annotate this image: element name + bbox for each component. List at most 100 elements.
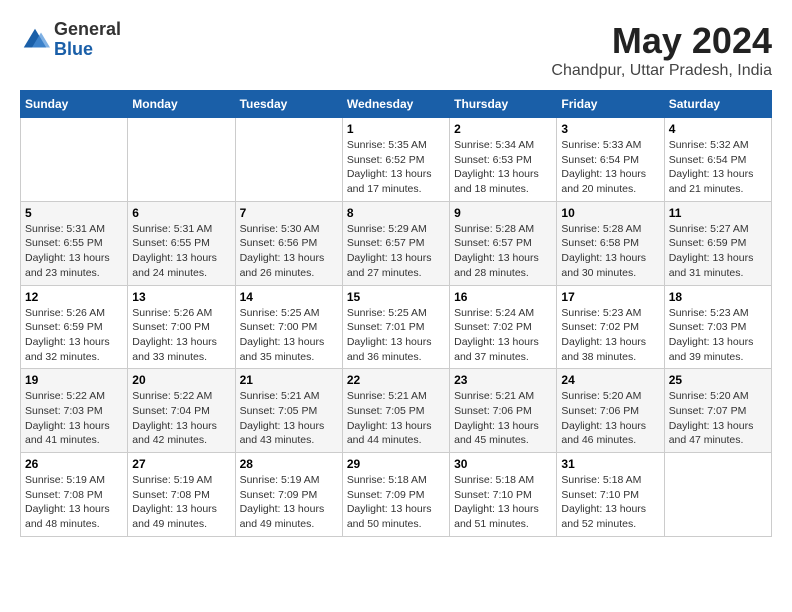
day-info: Sunrise: 5:25 AMSunset: 7:00 PMDaylight:… xyxy=(240,306,338,365)
day-info: Sunrise: 5:31 AMSunset: 6:55 PMDaylight:… xyxy=(132,222,230,281)
day-number: 19 xyxy=(25,373,123,387)
calendar-cell: 17 Sunrise: 5:23 AMSunset: 7:02 PMDayligh… xyxy=(557,285,664,369)
logo-icon xyxy=(20,25,50,55)
calendar-cell: 15 Sunrise: 5:25 AMSunset: 7:01 PMDayligh… xyxy=(342,285,449,369)
calendar-cell: 26Sunrise: 5:19 AMSunset: 7:08 PMDayligh… xyxy=(21,453,128,537)
day-info: Sunrise: 5:23 AMSunset: 7:03 PMDaylight:… xyxy=(669,306,767,365)
day-number: 6 xyxy=(132,206,230,220)
calendar-cell: 10 Sunrise: 5:28 AMSunset: 6:58 PMDayligh… xyxy=(557,201,664,285)
day-info: Sunrise: 5:19 AMSunset: 7:08 PMDaylight:… xyxy=(132,473,230,532)
calendar-cell: 16Sunrise: 5:24 AMSunset: 7:02 PMDayligh… xyxy=(450,285,557,369)
day-info: Sunrise: 5:18 AMSunset: 7:09 PMDaylight:… xyxy=(347,473,445,532)
day-info: Sunrise: 5:21 AMSunset: 7:06 PMDaylight:… xyxy=(454,389,552,448)
calendar-cell: 28 Sunrise: 5:19 AMSunset: 7:09 PMDayligh… xyxy=(235,453,342,537)
day-number: 1 xyxy=(347,122,445,136)
calendar-cell xyxy=(128,118,235,202)
day-info: Sunrise: 5:24 AMSunset: 7:02 PMDaylight:… xyxy=(454,306,552,365)
calendar-cell: 7 Sunrise: 5:30 AMSunset: 6:56 PMDaylight… xyxy=(235,201,342,285)
day-number: 28 xyxy=(240,457,338,471)
day-number: 11 xyxy=(669,206,767,220)
calendar-cell: 18Sunrise: 5:23 AMSunset: 7:03 PMDayligh… xyxy=(664,285,771,369)
day-number: 27 xyxy=(132,457,230,471)
day-info: Sunrise: 5:30 AMSunset: 6:56 PMDaylight:… xyxy=(240,222,338,281)
day-number: 8 xyxy=(347,206,445,220)
day-number: 12 xyxy=(25,290,123,304)
day-number: 14 xyxy=(240,290,338,304)
calendar-cell: 25 Sunrise: 5:20 AMSunset: 7:07 PMDayligh… xyxy=(664,369,771,453)
day-info: Sunrise: 5:34 AMSunset: 6:53 PMDaylight:… xyxy=(454,138,552,197)
calendar-week-4: 19Sunrise: 5:22 AMSunset: 7:03 PMDayligh… xyxy=(21,369,772,453)
day-info: Sunrise: 5:21 AMSunset: 7:05 PMDaylight:… xyxy=(240,389,338,448)
title-block: May 2024 Chandpur, Uttar Pradesh, India xyxy=(551,20,772,80)
day-info: Sunrise: 5:20 AMSunset: 7:06 PMDaylight:… xyxy=(561,389,659,448)
calendar-cell xyxy=(664,453,771,537)
calendar-cell: 12 Sunrise: 5:26 AMSunset: 6:59 PMDayligh… xyxy=(21,285,128,369)
calendar-cell: 9Sunrise: 5:28 AMSunset: 6:57 PMDaylight… xyxy=(450,201,557,285)
day-number: 10 xyxy=(561,206,659,220)
day-info: Sunrise: 5:19 AMSunset: 7:08 PMDaylight:… xyxy=(25,473,123,532)
page-header: General Blue May 2024 Chandpur, Uttar Pr… xyxy=(20,20,772,80)
location-subtitle: Chandpur, Uttar Pradesh, India xyxy=(551,62,772,80)
day-info: Sunrise: 5:18 AMSunset: 7:10 PMDaylight:… xyxy=(561,473,659,532)
day-number: 17 xyxy=(561,290,659,304)
day-number: 21 xyxy=(240,373,338,387)
day-info: Sunrise: 5:21 AMSunset: 7:05 PMDaylight:… xyxy=(347,389,445,448)
calendar-header-row: SundayMondayTuesdayWednesdayThursdayFrid… xyxy=(21,91,772,118)
day-number: 7 xyxy=(240,206,338,220)
calendar-cell: 23 Sunrise: 5:21 AMSunset: 7:06 PMDayligh… xyxy=(450,369,557,453)
day-number: 2 xyxy=(454,122,552,136)
day-info: Sunrise: 5:27 AMSunset: 6:59 PMDaylight:… xyxy=(669,222,767,281)
calendar-cell xyxy=(21,118,128,202)
calendar-cell xyxy=(235,118,342,202)
day-header-friday: Friday xyxy=(557,91,664,118)
logo: General Blue xyxy=(20,20,121,60)
day-header-thursday: Thursday xyxy=(450,91,557,118)
calendar-cell: 31 Sunrise: 5:18 AMSunset: 7:10 PMDayligh… xyxy=(557,453,664,537)
day-header-monday: Monday xyxy=(128,91,235,118)
calendar-week-1: 1 Sunrise: 5:35 AMSunset: 6:52 PMDaylight… xyxy=(21,118,772,202)
day-info: Sunrise: 5:26 AMSunset: 7:00 PMDaylight:… xyxy=(132,306,230,365)
day-header-saturday: Saturday xyxy=(664,91,771,118)
calendar-cell: 19Sunrise: 5:22 AMSunset: 7:03 PMDayligh… xyxy=(21,369,128,453)
calendar-cell: 2 Sunrise: 5:34 AMSunset: 6:53 PMDaylight… xyxy=(450,118,557,202)
day-number: 24 xyxy=(561,373,659,387)
day-info: Sunrise: 5:22 AMSunset: 7:04 PMDaylight:… xyxy=(132,389,230,448)
calendar-cell: 21 Sunrise: 5:21 AMSunset: 7:05 PMDayligh… xyxy=(235,369,342,453)
day-info: Sunrise: 5:33 AMSunset: 6:54 PMDaylight:… xyxy=(561,138,659,197)
day-info: Sunrise: 5:23 AMSunset: 7:02 PMDaylight:… xyxy=(561,306,659,365)
day-info: Sunrise: 5:35 AMSunset: 6:52 PMDaylight:… xyxy=(347,138,445,197)
day-info: Sunrise: 5:28 AMSunset: 6:58 PMDaylight:… xyxy=(561,222,659,281)
calendar-cell: 20Sunrise: 5:22 AMSunset: 7:04 PMDayligh… xyxy=(128,369,235,453)
calendar-week-5: 26Sunrise: 5:19 AMSunset: 7:08 PMDayligh… xyxy=(21,453,772,537)
calendar-cell: 22 Sunrise: 5:21 AMSunset: 7:05 PMDayligh… xyxy=(342,369,449,453)
month-title: May 2024 xyxy=(551,20,772,62)
day-number: 31 xyxy=(561,457,659,471)
calendar-cell: 8Sunrise: 5:29 AMSunset: 6:57 PMDaylight… xyxy=(342,201,449,285)
day-number: 25 xyxy=(669,373,767,387)
day-header-tuesday: Tuesday xyxy=(235,91,342,118)
day-number: 22 xyxy=(347,373,445,387)
day-number: 15 xyxy=(347,290,445,304)
calendar-table: SundayMondayTuesdayWednesdayThursdayFrid… xyxy=(20,90,772,537)
day-number: 4 xyxy=(669,122,767,136)
day-number: 23 xyxy=(454,373,552,387)
day-info: Sunrise: 5:32 AMSunset: 6:54 PMDaylight:… xyxy=(669,138,767,197)
day-number: 3 xyxy=(561,122,659,136)
calendar-cell: 24 Sunrise: 5:20 AMSunset: 7:06 PMDayligh… xyxy=(557,369,664,453)
day-info: Sunrise: 5:31 AMSunset: 6:55 PMDaylight:… xyxy=(25,222,123,281)
day-number: 5 xyxy=(25,206,123,220)
logo-general-text: General xyxy=(54,20,121,40)
calendar-cell: 1 Sunrise: 5:35 AMSunset: 6:52 PMDaylight… xyxy=(342,118,449,202)
day-info: Sunrise: 5:19 AMSunset: 7:09 PMDaylight:… xyxy=(240,473,338,532)
calendar-cell: 29 Sunrise: 5:18 AMSunset: 7:09 PMDayligh… xyxy=(342,453,449,537)
day-number: 9 xyxy=(454,206,552,220)
calendar-cell: 30Sunrise: 5:18 AMSunset: 7:10 PMDayligh… xyxy=(450,453,557,537)
calendar-cell: 27 Sunrise: 5:19 AMSunset: 7:08 PMDayligh… xyxy=(128,453,235,537)
calendar-cell: 14 Sunrise: 5:25 AMSunset: 7:00 PMDayligh… xyxy=(235,285,342,369)
day-info: Sunrise: 5:26 AMSunset: 6:59 PMDaylight:… xyxy=(25,306,123,365)
calendar-cell: 11 Sunrise: 5:27 AMSunset: 6:59 PMDayligh… xyxy=(664,201,771,285)
day-info: Sunrise: 5:18 AMSunset: 7:10 PMDaylight:… xyxy=(454,473,552,532)
day-info: Sunrise: 5:20 AMSunset: 7:07 PMDaylight:… xyxy=(669,389,767,448)
day-number: 29 xyxy=(347,457,445,471)
day-info: Sunrise: 5:25 AMSunset: 7:01 PMDaylight:… xyxy=(347,306,445,365)
